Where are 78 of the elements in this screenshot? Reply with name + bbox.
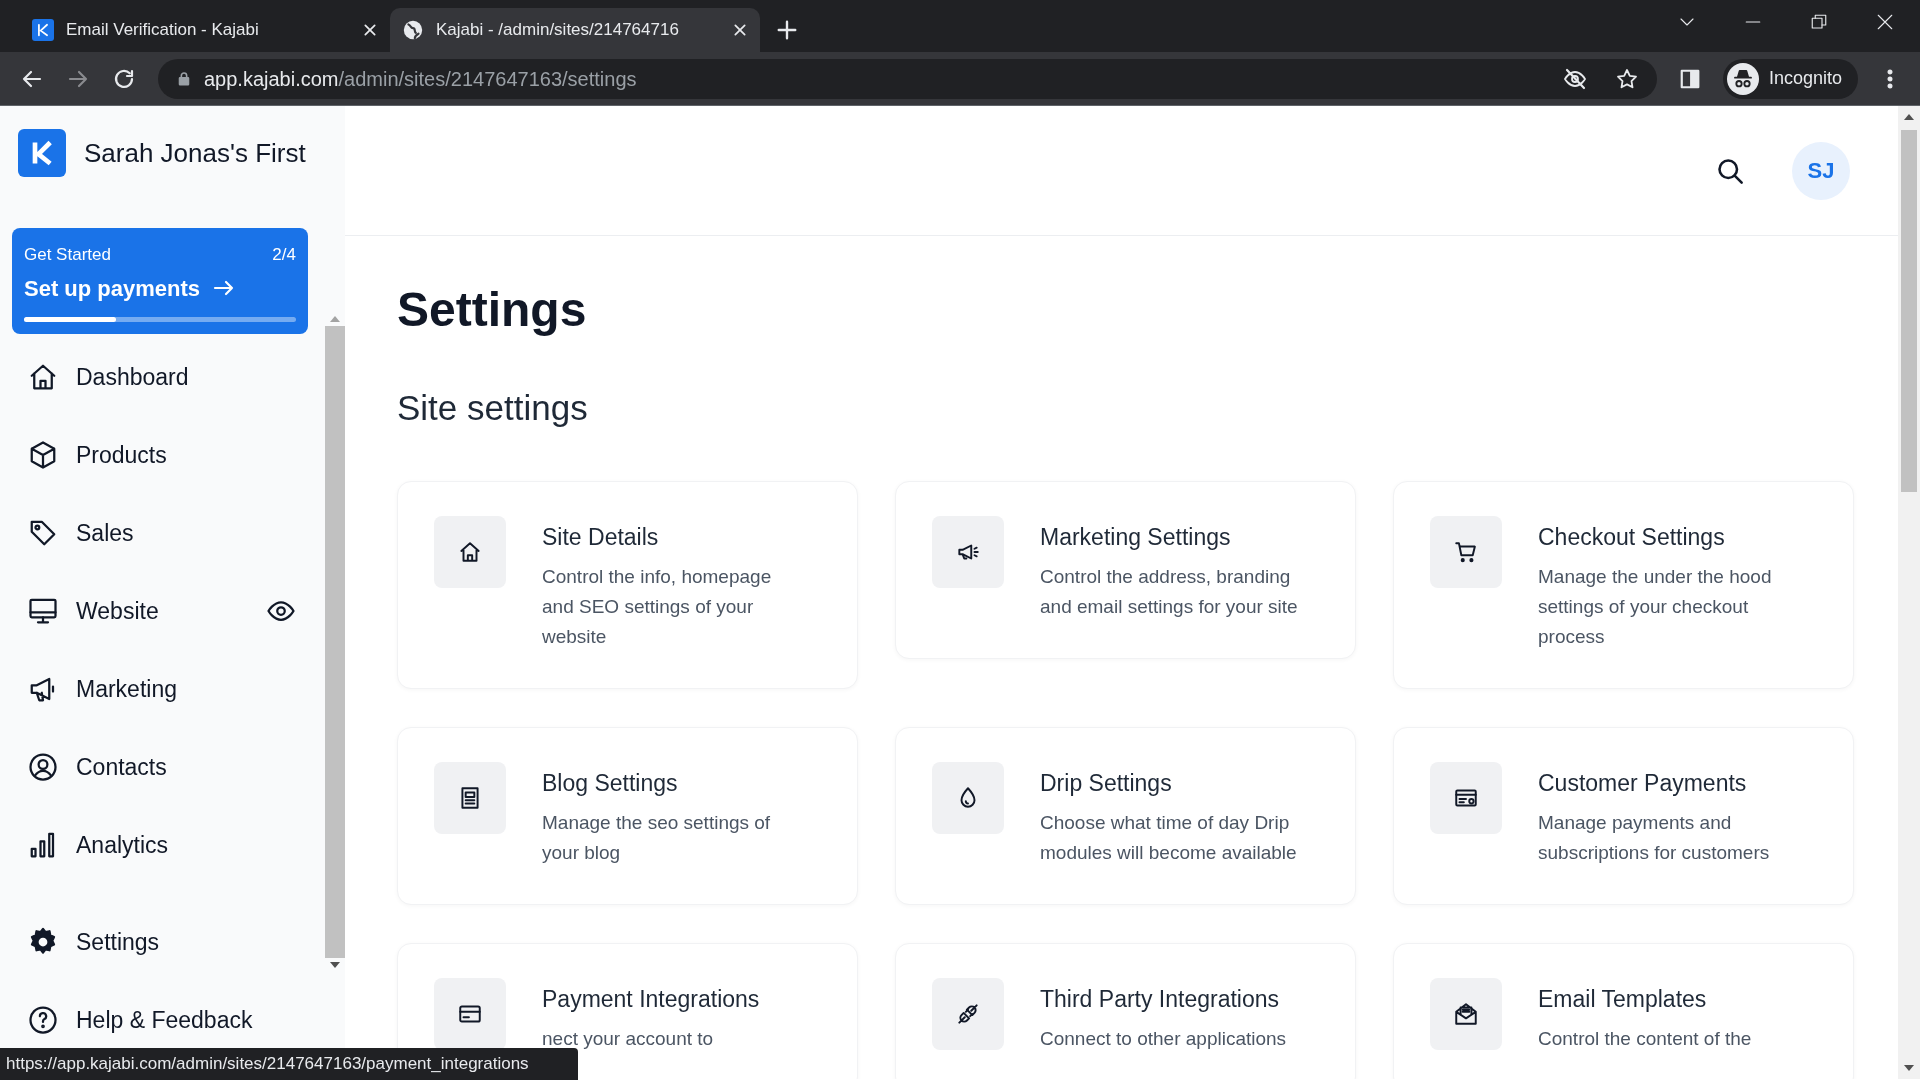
house-icon — [28, 362, 58, 392]
card-title: Checkout Settings — [1538, 523, 1726, 552]
card-title: Customer Payments — [1538, 769, 1748, 798]
card-title: Site Details — [542, 523, 660, 552]
nav-item[interactable]: Marketing — [0, 650, 320, 728]
restore-icon[interactable] — [1810, 13, 1828, 31]
box-icon — [28, 440, 58, 470]
card-description: nect your account to — [542, 1027, 715, 1051]
close-icon[interactable] — [1876, 13, 1894, 31]
scroll-up-arrow-icon[interactable] — [1904, 114, 1914, 120]
envelope-icon — [1453, 1001, 1479, 1027]
close-icon[interactable] — [732, 22, 748, 38]
browser-tab[interactable]: Email Verification - Kajabi — [20, 8, 390, 52]
nav-item[interactable]: Settings — [0, 914, 320, 970]
site-name: Sarah Jonas's First — [84, 136, 306, 170]
card-title: Payment Integrations — [542, 985, 760, 1014]
person-circle-icon — [28, 752, 58, 782]
settings-card[interactable]: Blog Settings Manage the seo settings of your blog — [397, 727, 858, 905]
lock-icon — [176, 70, 192, 87]
settings-card[interactable]: Marketing Settings Control the address, branding and email settings for your site — [895, 481, 1356, 659]
card-description: Choose what time of day Drip modules will become available — [1040, 811, 1298, 865]
monitor-icon — [28, 596, 58, 626]
card-description: Manage payments and subscriptions for customers — [1538, 811, 1771, 865]
gear-icon — [28, 927, 58, 957]
nav-item[interactable]: Contacts — [0, 728, 320, 806]
card-description: Control the info, homepage and SEO settings of your website — [542, 565, 773, 649]
eye-off-icon[interactable] — [1562, 66, 1587, 91]
nav-item[interactable]: Help & Feedback — [0, 992, 320, 1048]
nav-item[interactable]: Website — [0, 572, 320, 650]
nav-item[interactable]: Analytics — [0, 806, 320, 884]
scrollbar-thumb[interactable] — [325, 326, 345, 958]
star-icon[interactable] — [1614, 66, 1639, 91]
plug-icon — [955, 1001, 981, 1027]
card-title: Blog Settings — [542, 769, 679, 798]
kajabi-favicon-icon — [32, 19, 54, 41]
settings-card[interactable]: Checkout Settings Manage the under the hood settings of your checkout process — [1393, 481, 1854, 689]
url-text: app.kajabi.com/admin/sites/2147647163/settings — [204, 66, 638, 92]
card-title: Third Party Integrations — [1040, 985, 1281, 1014]
get-started-label: Get Started — [24, 244, 111, 266]
scroll-down-arrow-icon[interactable] — [1904, 1065, 1914, 1071]
avatar[interactable]: SJ — [1792, 141, 1850, 200]
address-bar[interactable]: app.kajabi.com/admin/sites/2147647163/settings — [158, 58, 1657, 99]
page-title: Settings — [397, 286, 588, 334]
action-text: Set up payments — [24, 274, 201, 303]
card-title: Email Templates — [1538, 985, 1708, 1014]
section-title: Site settings — [397, 390, 589, 425]
card-description: Control the address, branding and email settings for your site — [1040, 565, 1299, 619]
card-title: Marketing Settings — [1040, 523, 1232, 552]
card-description: Manage the under the hood settings of your checkout process — [1538, 565, 1773, 649]
card-description: Connect to other applications — [1040, 1027, 1287, 1051]
nav-item[interactable]: Dashboard — [0, 338, 320, 416]
status-url-tooltip: https://app.kajabi.com/admin/sites/2147647163/payment_integrations — [0, 1048, 578, 1080]
nav-item[interactable]: Sales — [0, 494, 320, 572]
help-icon — [28, 1005, 58, 1035]
kajabi-logo-icon — [18, 129, 66, 177]
settings-card[interactable]: Third Party Integrations Connect to other applications — [895, 943, 1356, 1079]
card-description: Manage the seo settings of your blog — [542, 811, 772, 865]
step-count: 2/4 — [272, 244, 296, 266]
side-panel-icon[interactable] — [1678, 67, 1701, 90]
settings-card[interactable]: Site Details Control the info, homepage and SEO settings of your website — [397, 481, 858, 689]
search-icon[interactable] — [1716, 156, 1744, 185]
card-description: Control the content of the — [1538, 1027, 1752, 1051]
card-title: Drip Settings — [1040, 769, 1173, 798]
browser-tab[interactable]: Kajabi - /admin/sites/214764716 — [390, 8, 760, 52]
nav-item[interactable]: Products — [0, 416, 320, 494]
cart-icon — [1453, 539, 1479, 565]
profile-button[interactable]: Incognito — [1722, 58, 1858, 99]
get-started-card[interactable]: Get Started 2/4 Set up payments — [12, 228, 308, 334]
incognito-icon — [1726, 62, 1759, 95]
settings-card[interactable]: Drip Settings Choose what time of day Drip modules will become available — [895, 727, 1356, 905]
scrollbar-thumb[interactable] — [1901, 130, 1917, 492]
settings-card[interactable]: Customer Payments Manage payments and subscriptions for customers — [1393, 727, 1854, 905]
new-tab-icon[interactable] — [776, 19, 798, 41]
settings-card[interactable]: Email Templates Control the content of the — [1393, 943, 1854, 1079]
tag-icon — [28, 518, 58, 548]
close-icon[interactable] — [362, 22, 378, 38]
globe-icon — [402, 19, 424, 41]
scroll-down-arrow-icon[interactable] — [330, 962, 340, 968]
